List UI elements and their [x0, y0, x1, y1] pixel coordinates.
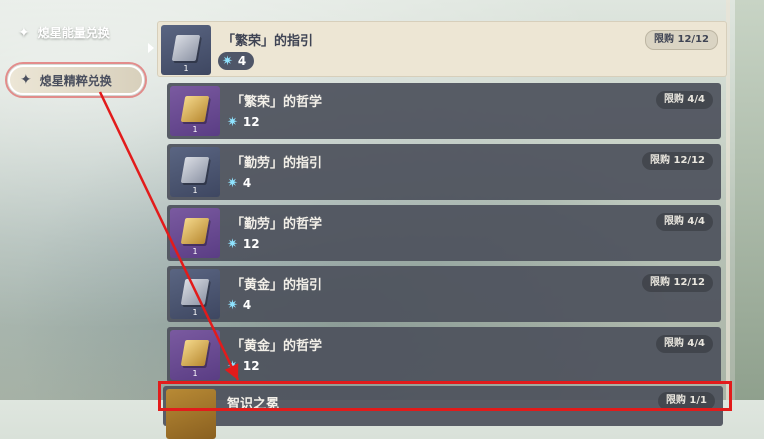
tab-energy-exchange[interactable]: ✦ 熄星能量兑换: [18, 24, 110, 41]
list-item[interactable]: 1 「黄金」的指引 ✷ 4 限购 12/12: [167, 266, 721, 322]
philosophy-book-icon: 1: [170, 330, 220, 380]
purchase-limit-badge: 限购 12/12: [642, 274, 713, 292]
item-title: 「繁荣」的指引: [222, 34, 314, 49]
item-title: 「黄金」的指引: [231, 278, 323, 293]
tab-label: 熄星能量兑换: [37, 26, 110, 40]
tab-annotation-outline: [5, 62, 147, 98]
sparkle-icon: ✦: [18, 24, 30, 41]
star-gem-icon: ✷: [227, 175, 238, 191]
item-title: 「勤劳」的哲学: [231, 217, 323, 232]
item-title: 「繁荣」的哲学: [231, 95, 323, 110]
shop-item-list[interactable]: 1 「繁荣」的指引 ✷ 4 限购 12/12 1 「繁荣」的哲学 ✷ 12 限购 4…: [157, 0, 727, 439]
selection-caret-icon: [148, 43, 154, 53]
star-gem-icon: ✷: [227, 297, 238, 313]
list-item[interactable]: 1 「勤劳」的指引 ✷ 4 限购 12/12: [167, 144, 721, 200]
philosophy-book-icon: 1: [170, 208, 220, 258]
item-title: 「黄金」的哲学: [231, 339, 323, 354]
star-gem-icon: ✷: [222, 53, 233, 69]
list-item[interactable]: 1 「繁荣」的指引 ✷ 4 限购 12/12: [157, 21, 727, 77]
list-item[interactable]: 1 「勤劳」的哲学 ✷ 12 限购 4/4: [167, 205, 721, 261]
item-price: ✷ 12: [227, 358, 260, 374]
star-gem-icon: ✷: [227, 236, 238, 252]
purchase-limit-badge: 限购 4/4: [655, 335, 713, 353]
star-gem-icon: ✷: [227, 114, 238, 130]
philosophy-book-icon: 1: [170, 86, 220, 136]
guide-book-icon: 1: [170, 269, 220, 319]
guide-book-icon: 1: [161, 25, 211, 75]
item-price: ✷ 4: [227, 175, 252, 191]
purchase-limit-badge: 限购 4/4: [655, 91, 713, 109]
list-item[interactable]: 1 「黄金」的哲学 ✷ 12 限购 4/4: [167, 327, 721, 383]
purchase-limit-badge: 限购 4/4: [655, 213, 713, 231]
star-gem-icon: ✷: [227, 358, 238, 374]
item-price: ✷ 4: [218, 52, 255, 70]
item-price: ✷ 12: [227, 236, 260, 252]
item-price: ✷ 4: [227, 297, 252, 313]
background-edge: [735, 0, 764, 400]
guide-book-icon: 1: [170, 147, 220, 197]
purchase-limit-badge: 限购 12/12: [642, 152, 713, 170]
item-title: 「勤劳」的指引: [231, 156, 323, 171]
list-item[interactable]: 1 「繁荣」的哲学 ✷ 12 限购 4/4: [167, 83, 721, 139]
highlight-annotation-box: [158, 381, 732, 411]
item-price: ✷ 12: [227, 114, 260, 130]
purchase-limit-badge: 限购 12/12: [645, 30, 718, 50]
